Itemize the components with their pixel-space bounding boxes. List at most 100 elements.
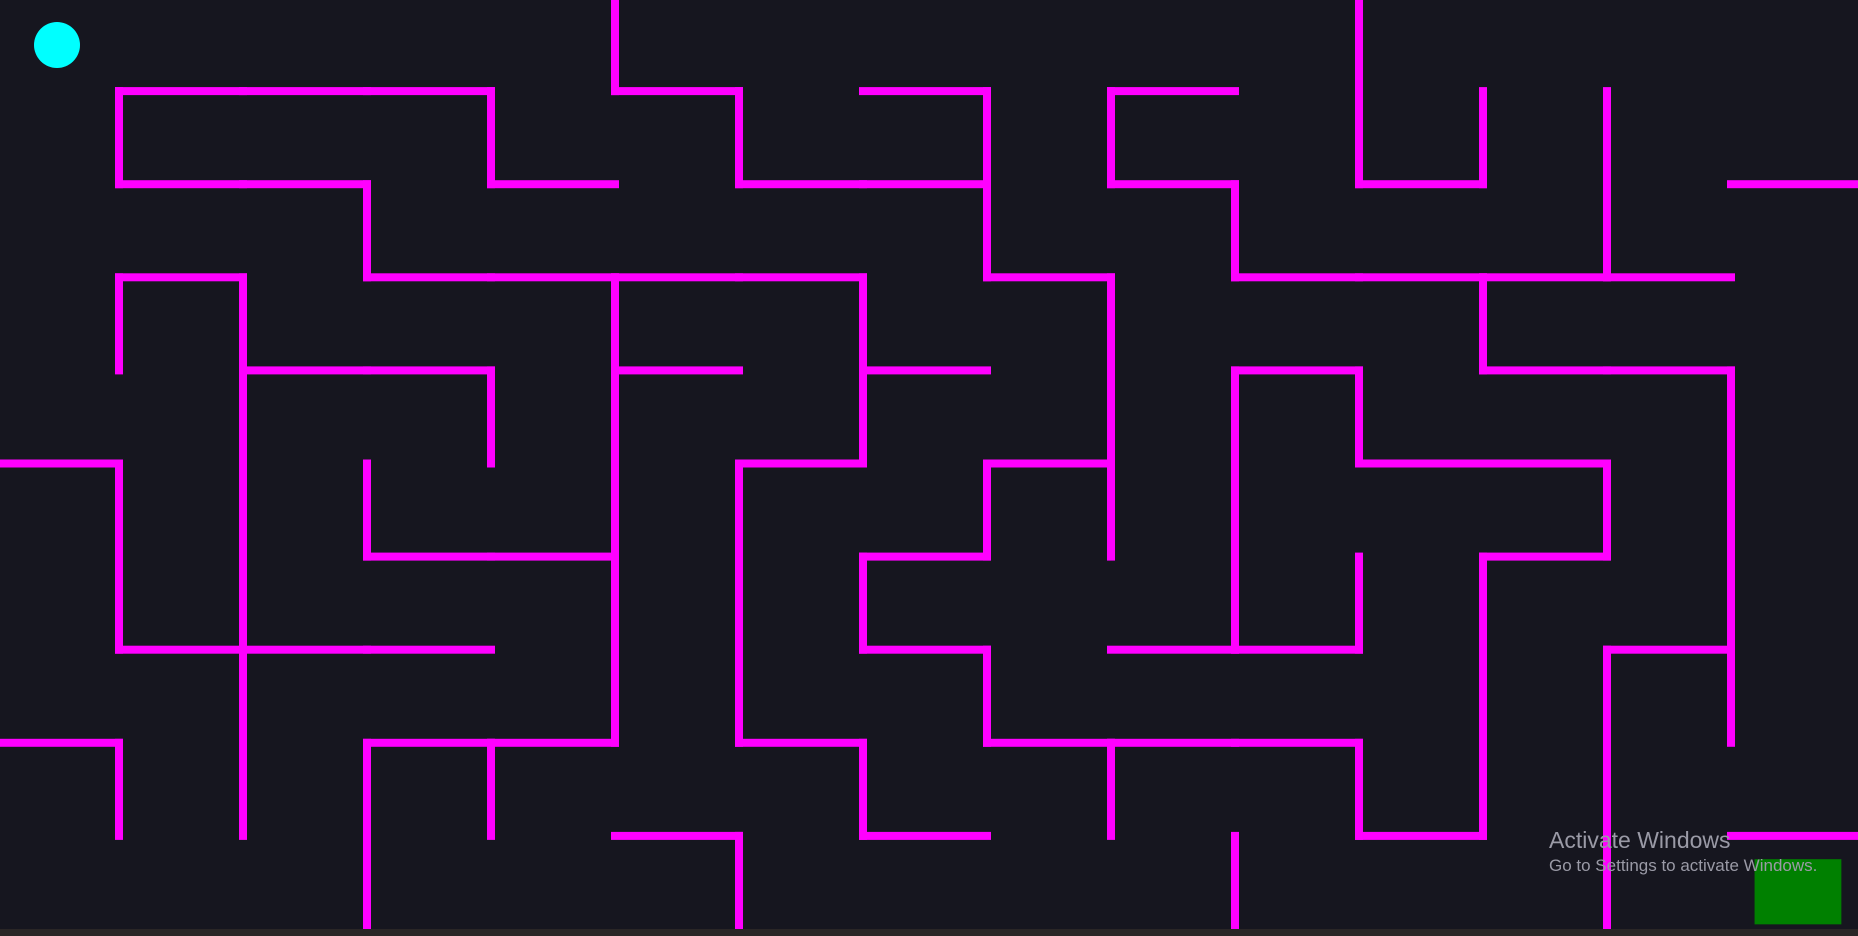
maze-wall-horizontal <box>1355 831 1487 840</box>
maze-wall-vertical <box>1603 645 1611 747</box>
maze-wall-horizontal <box>859 831 991 840</box>
maze-wall-horizontal <box>735 459 867 468</box>
maze-wall-horizontal <box>363 87 495 96</box>
maze-wall-vertical <box>239 273 247 375</box>
maze-wall-horizontal <box>115 87 247 96</box>
maze-wall-horizontal <box>1727 180 1858 189</box>
maze-wall-vertical <box>1107 459 1115 561</box>
maze-wall-vertical <box>1355 0 1363 96</box>
maze-wall-vertical <box>983 645 991 747</box>
maze-wall-horizontal <box>1231 366 1363 375</box>
maze-wall-vertical <box>239 459 247 561</box>
maze-wall-vertical <box>1479 273 1487 375</box>
goal-tile <box>1754 859 1842 925</box>
maze-wall-vertical <box>1231 831 1239 929</box>
maze-wall-vertical <box>611 366 619 468</box>
maze-wall-vertical <box>1727 552 1735 654</box>
maze-wall-vertical <box>115 273 123 375</box>
maze-wall-horizontal <box>859 87 991 96</box>
maze-wall-horizontal <box>0 459 123 468</box>
maze-wall-horizontal <box>735 738 867 747</box>
maze-wall-horizontal <box>0 738 123 747</box>
maze-wall-vertical <box>1603 738 1611 840</box>
maze-wall-vertical <box>487 87 495 189</box>
maze-wall-horizontal <box>363 273 495 282</box>
maze-wall-horizontal <box>115 645 247 654</box>
maze-wall-vertical <box>1603 831 1611 929</box>
maze-wall-horizontal <box>1479 273 1611 282</box>
maze-wall-vertical <box>1479 645 1487 747</box>
maze-wall-vertical <box>1107 738 1115 840</box>
maze-wall-vertical <box>363 180 371 282</box>
maze-wall-vertical <box>1231 180 1239 282</box>
maze-wall-horizontal <box>487 552 619 561</box>
maze-wall-vertical <box>1355 87 1363 189</box>
maze-wall-horizontal <box>487 273 619 282</box>
maze-wall-vertical <box>735 831 743 929</box>
maze-wall-horizontal <box>611 273 743 282</box>
maze-wall-horizontal <box>611 366 743 375</box>
maze-wall-horizontal <box>1603 645 1735 654</box>
maze-wall-vertical <box>1727 645 1735 747</box>
maze-wall-vertical <box>239 738 247 840</box>
maze-wall-vertical <box>735 552 743 654</box>
maze-wall-vertical <box>363 459 371 561</box>
maze-wall-horizontal <box>611 87 743 96</box>
maze-wall-vertical <box>611 552 619 654</box>
maze-wall-vertical <box>1231 366 1239 468</box>
maze-wall-vertical <box>1355 552 1363 654</box>
maze-wall-horizontal <box>1479 459 1611 468</box>
maze-wall-horizontal <box>363 738 495 747</box>
maze-wall-vertical <box>363 738 371 840</box>
maze-wall-vertical <box>735 459 743 561</box>
maze-wall-horizontal <box>239 87 371 96</box>
maze-wall-vertical <box>1231 552 1239 654</box>
maze-wall-vertical <box>115 738 123 840</box>
maze-wall-horizontal <box>735 273 867 282</box>
maze-wall-vertical <box>859 366 867 468</box>
maze-wall-vertical <box>1727 366 1735 468</box>
maze-wall-horizontal <box>1355 273 1487 282</box>
maze-wall-horizontal <box>983 738 1115 747</box>
maze-wall-vertical <box>115 459 123 561</box>
maze-wall-vertical <box>1727 459 1735 561</box>
maze-wall-vertical <box>1107 366 1115 468</box>
maze-wall-horizontal <box>487 180 619 189</box>
maze-wall-vertical <box>363 831 371 929</box>
maze-wall-horizontal <box>735 180 867 189</box>
maze-wall-vertical <box>239 645 247 747</box>
player-ball[interactable] <box>34 22 80 68</box>
maze-wall-vertical <box>1231 459 1239 561</box>
maze-wall-horizontal <box>1355 180 1487 189</box>
maze-wall-vertical <box>983 459 991 561</box>
maze-wall-vertical <box>1479 87 1487 189</box>
maze-wall-horizontal <box>1107 87 1239 96</box>
maze-wall-horizontal <box>239 180 371 189</box>
maze-wall-horizontal <box>239 366 371 375</box>
maze-wall-horizontal <box>1107 180 1239 189</box>
maze-wall-horizontal <box>859 180 991 189</box>
maze-wall-vertical <box>1355 738 1363 840</box>
maze-wall-horizontal <box>1355 459 1487 468</box>
maze-wall-vertical <box>239 552 247 654</box>
maze-wall-horizontal <box>1727 831 1858 840</box>
maze-wall-vertical <box>1107 273 1115 375</box>
maze-wall-vertical <box>487 738 495 840</box>
maze-wall-horizontal <box>363 552 495 561</box>
maze-wall-vertical <box>1479 738 1487 840</box>
maze-wall-vertical <box>611 0 619 96</box>
maze-wall-horizontal <box>1231 738 1363 747</box>
maze-wall-horizontal <box>1231 273 1363 282</box>
maze-wall-horizontal <box>1603 273 1735 282</box>
maze-canvas[interactable] <box>0 0 1858 936</box>
maze-wall-horizontal <box>1107 645 1239 654</box>
maze-wall-vertical <box>115 87 123 189</box>
maze-wall-horizontal <box>859 645 991 654</box>
maze-wall-horizontal <box>1107 738 1239 747</box>
maze-wall-horizontal <box>115 273 247 282</box>
maze-wall-horizontal <box>611 831 743 840</box>
maze-wall-vertical <box>983 87 991 189</box>
maze-wall-vertical <box>239 366 247 468</box>
maze-wall-vertical <box>1603 180 1611 282</box>
maze-wall-horizontal <box>983 273 1115 282</box>
